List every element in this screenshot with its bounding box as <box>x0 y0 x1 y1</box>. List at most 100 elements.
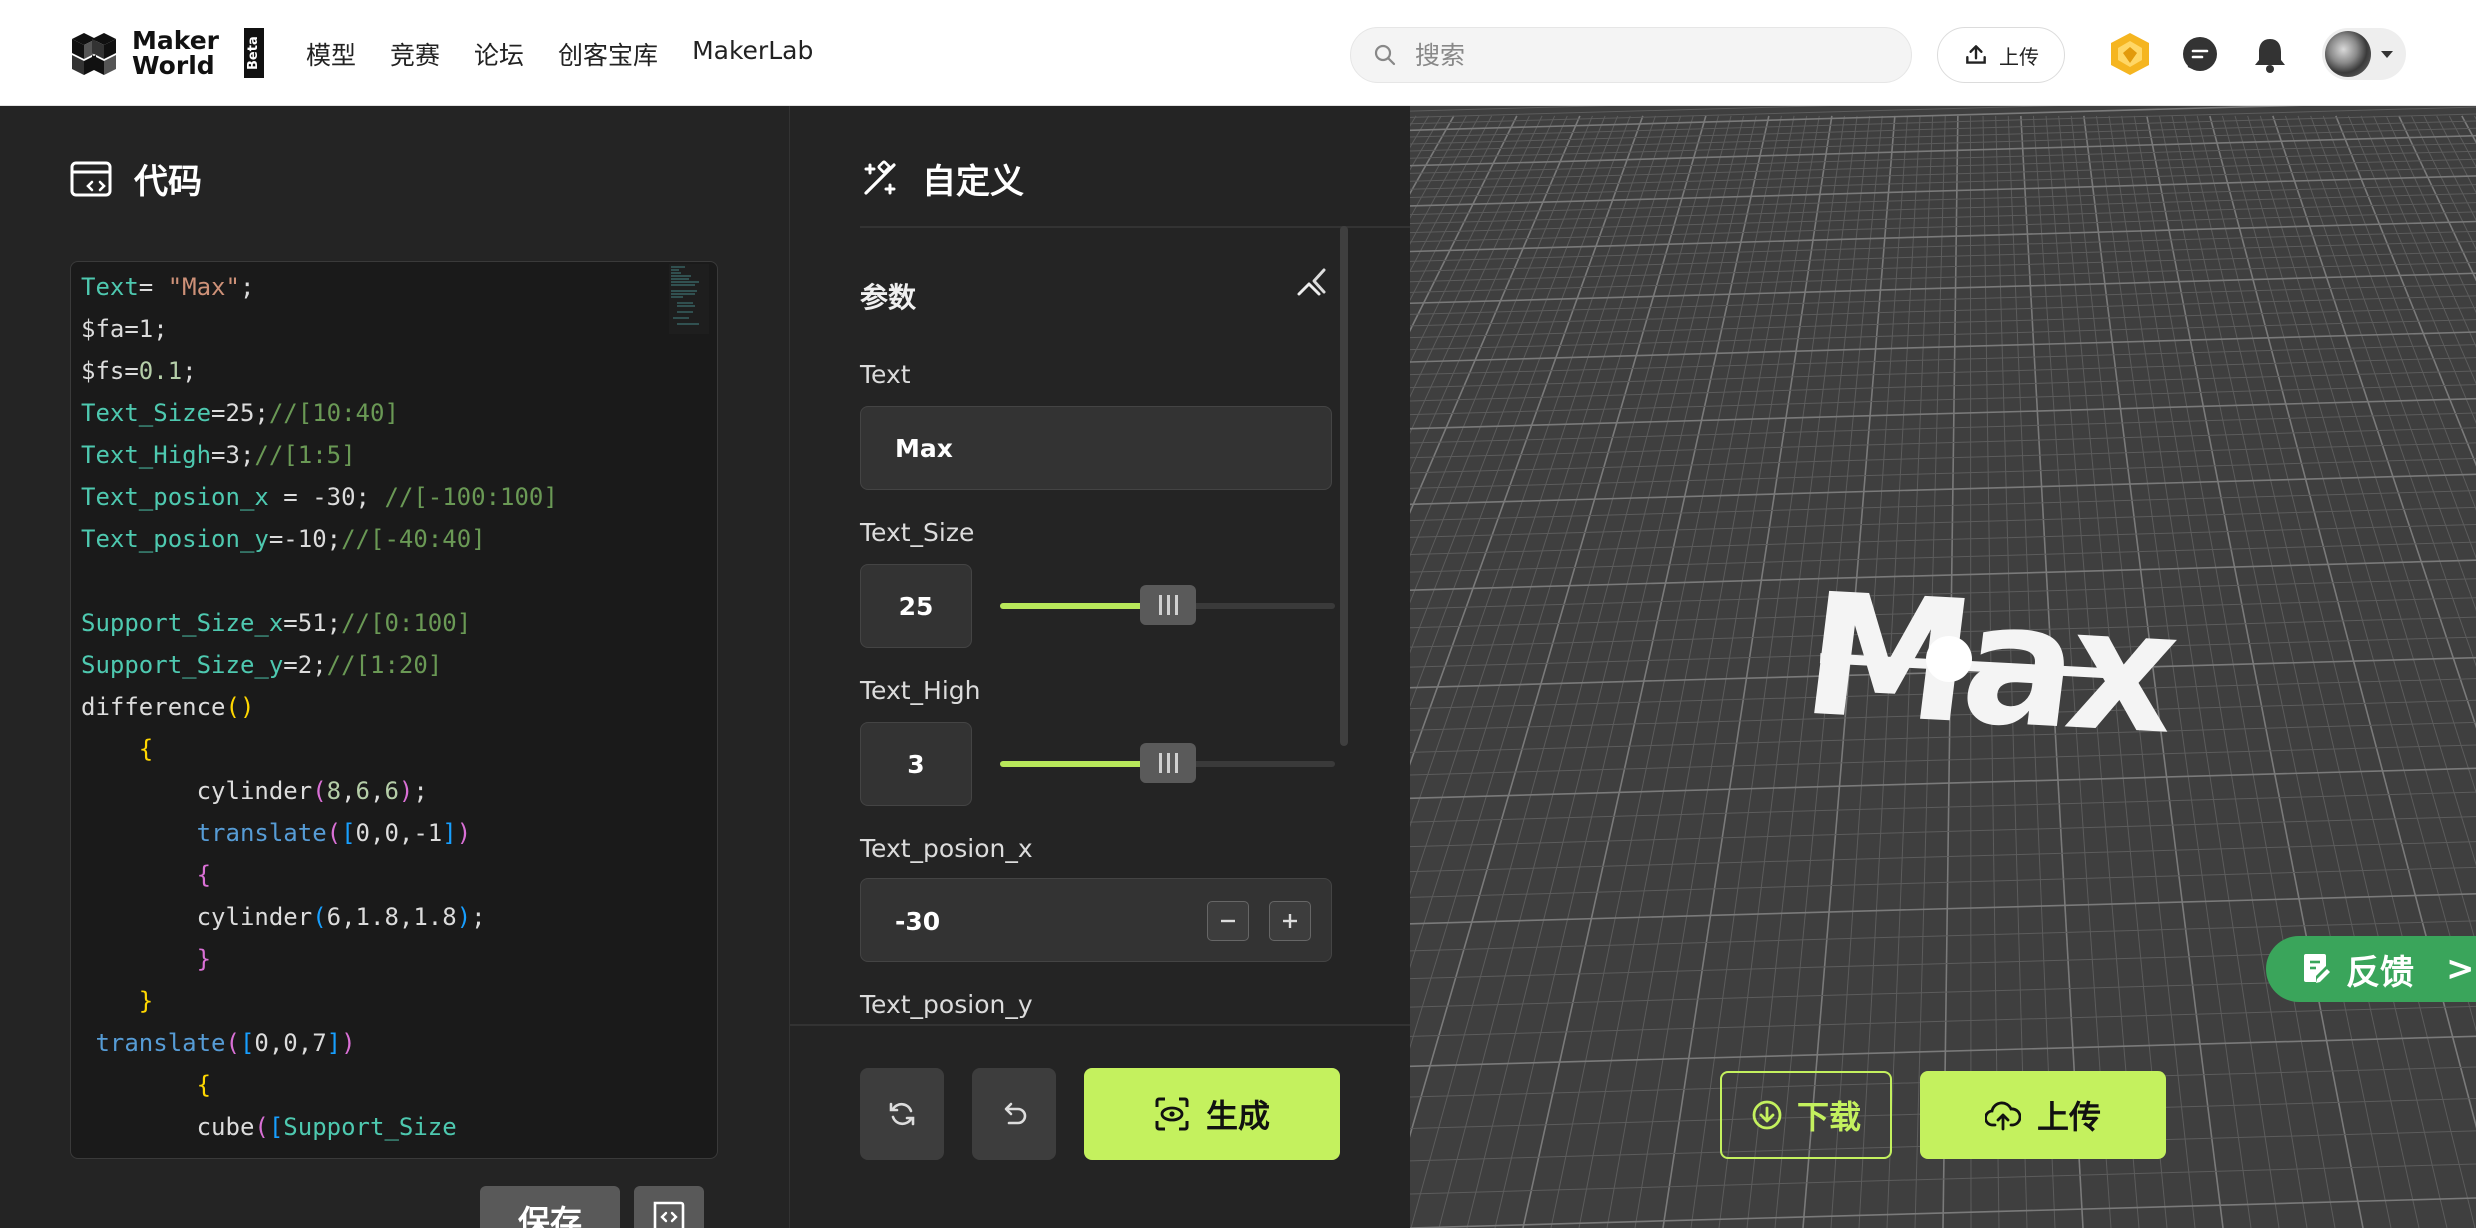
badge-icon <box>2111 33 2149 75</box>
save-button[interactable]: 保存 <box>480 1186 620 1228</box>
code-token: Text <box>81 273 139 301</box>
code-token: ; <box>182 357 197 385</box>
points-badge[interactable] <box>2108 32 2152 76</box>
code-line[interactable]: cylinder(8,6,6); <box>81 770 558 812</box>
minus-icon <box>1221 919 1235 923</box>
code-token: Support_Size <box>283 1113 457 1141</box>
generate-label: 生成 <box>1205 1097 1270 1135</box>
code-token: //[1:5] <box>254 441 356 469</box>
code-token: ) <box>456 819 472 847</box>
stepper-value[interactable]: -30 <box>895 907 940 936</box>
code-line[interactable]: $fa=1; <box>81 308 558 350</box>
text-high-slider[interactable] <box>1000 743 1335 783</box>
code-line[interactable]: $fs=0.1; <box>81 350 558 392</box>
nav-item-contests[interactable]: 竞赛 <box>390 36 440 72</box>
code-line[interactable]: Text= "Max"; <box>81 266 558 308</box>
slider-thumb[interactable] <box>1140 743 1196 783</box>
slider-thumb[interactable] <box>1140 585 1196 625</box>
download-label: 下载 <box>1796 1098 1861 1136</box>
param-label-text-high: Text_High <box>860 676 981 705</box>
messages-button[interactable] <box>2178 32 2222 76</box>
upload-icon <box>1966 45 1986 64</box>
code-token: Text_posion_y <box>81 525 269 553</box>
header-upload-button[interactable]: 上传 <box>1937 27 2065 83</box>
code-line[interactable]: difference() <box>81 686 558 728</box>
params-section-title[interactable]: 参数 <box>860 276 916 316</box>
feedback-button[interactable]: 反馈 > <box>2266 936 2476 1002</box>
code-token: ) <box>398 777 414 805</box>
nav-item-models[interactable]: 模型 <box>306 36 356 72</box>
code-token: ] <box>326 1029 342 1057</box>
code-line[interactable]: translate([0,0,-1]) <box>81 812 558 854</box>
divider <box>860 226 1412 228</box>
search-box[interactable] <box>1350 27 1912 83</box>
user-menu[interactable] <box>2322 28 2406 80</box>
code-line[interactable]: Text_posion_x = -30; //[-100:100] <box>81 476 558 518</box>
code-line[interactable]: } <box>81 938 558 980</box>
refresh-icon <box>889 1102 915 1126</box>
code-line[interactable]: { <box>81 728 558 770</box>
code-token: cube <box>81 1113 255 1141</box>
code-line[interactable]: translate([0,0,7]) <box>81 1022 558 1064</box>
code-line[interactable]: { <box>81 1064 558 1106</box>
model-cylinder <box>1926 636 1972 682</box>
undo-button[interactable] <box>972 1068 1056 1160</box>
bell-icon <box>2255 39 2285 73</box>
code-token: ( <box>326 819 342 847</box>
decrement-button[interactable] <box>1207 901 1249 941</box>
code-line[interactable]: Text_Size=25;//[10:40] <box>81 392 558 434</box>
code-token: $fs= <box>81 357 139 385</box>
params-scrollbar[interactable] <box>1340 226 1348 746</box>
nav-item-forum[interactable]: 论坛 <box>474 36 524 72</box>
chevron-up-icon[interactable] <box>1294 274 1324 304</box>
code-line[interactable]: } <box>81 980 558 1022</box>
increment-button[interactable] <box>1269 901 1311 941</box>
reset-button[interactable] <box>860 1068 944 1160</box>
code-line[interactable]: cube([Support_Size <box>81 1106 558 1148</box>
code-token: , <box>370 777 385 805</box>
generate-button[interactable]: 生成 <box>1084 1068 1340 1160</box>
code-editor[interactable]: Text= "Max"; $fa=1; $fs=0.1; Text_Size=25;/… <box>70 261 718 1159</box>
upload-button[interactable]: 上传 <box>1920 1071 2166 1159</box>
code-token: { <box>138 735 154 763</box>
nav-item-maker-library[interactable]: 创客宝库 <box>558 36 658 72</box>
plus-icon <box>1283 914 1297 928</box>
customize-panel-header: 自定义 <box>860 154 1024 203</box>
code-line[interactable]: Support_Size_y=2;//[1:20] <box>81 644 558 686</box>
code-line[interactable]: Text_posion_y=-10;//[-40:40] <box>81 518 558 560</box>
logo[interactable]: Maker World Beta <box>68 26 264 80</box>
text-high-value[interactable]: 3 <box>860 722 972 806</box>
text-param-input[interactable]: Max <box>860 406 1332 490</box>
main-nav: 模型 竞赛 论坛 创客宝库 MakerLab <box>306 36 847 72</box>
code-token: ,2] <box>413 1155 456 1158</box>
nav-item-makerlab[interactable]: MakerLab <box>692 36 813 72</box>
docs-button[interactable] <box>634 1186 704 1228</box>
code-lines: Text= "Max"; $fa=1; $fs=0.1; Text_Size=25;/… <box>81 266 558 1158</box>
code-line[interactable]: { <box>81 854 558 896</box>
code-minimap[interactable] <box>669 264 709 334</box>
code-token: [ <box>239 1029 255 1057</box>
text-posion-x-stepper[interactable]: -30 <box>860 878 1332 962</box>
code-line[interactable]: [Support_Size_y,2] <box>81 1148 558 1158</box>
search-input[interactable] <box>1415 40 1895 70</box>
code-line[interactable] <box>81 560 558 602</box>
code-line[interactable]: Support_Size_x=51;//[0:100] <box>81 602 558 644</box>
text-size-value[interactable]: 25 <box>860 564 972 648</box>
text-size-slider[interactable] <box>1000 585 1335 625</box>
code-token: translate <box>95 1029 226 1057</box>
notifications-button[interactable] <box>2248 32 2292 76</box>
code-token: [ <box>341 819 356 847</box>
code-line[interactable]: cylinder(6,1.8,1.8); <box>81 896 558 938</box>
feedback-label: 反馈 <box>2346 952 2414 993</box>
model-viewport[interactable]: Max 下载 上传 反馈 > <box>1410 106 2476 1228</box>
feedback-icon <box>2304 954 2330 983</box>
download-button[interactable]: 下载 <box>1720 1071 1892 1159</box>
code-line[interactable]: Text_High=3;//[1:5] <box>81 434 558 476</box>
code-token: ( <box>312 777 327 805</box>
code-token: } <box>196 945 212 973</box>
avatar <box>2325 31 2371 77</box>
code-token: , <box>341 777 356 805</box>
caret-down-icon <box>2381 51 2393 58</box>
